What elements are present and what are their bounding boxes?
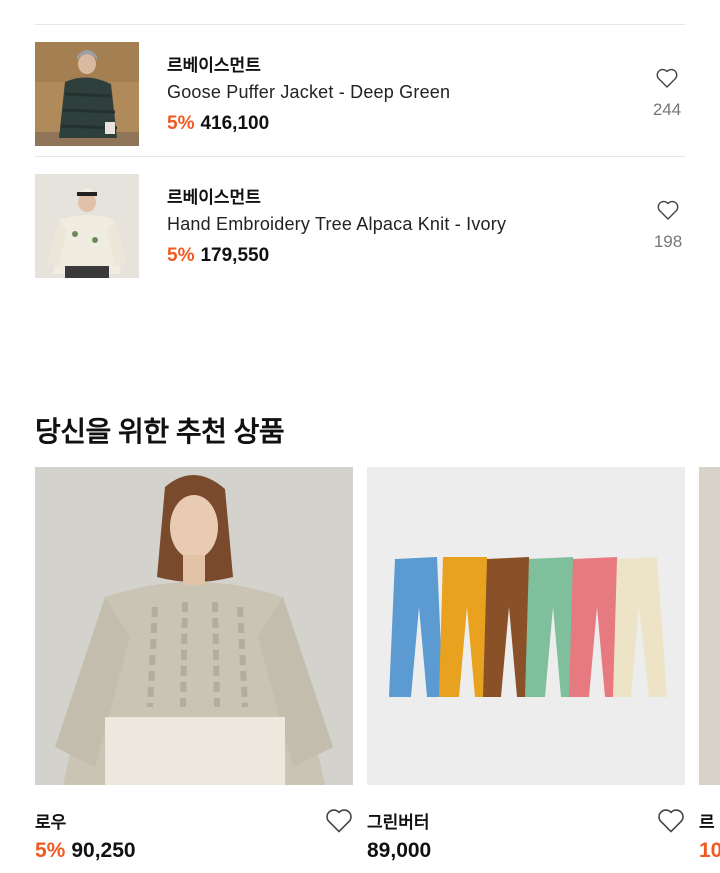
product-name[interactable]: Hand Embroidery Tree Alpaca Knit - Ivory xyxy=(167,214,506,235)
heart-icon xyxy=(326,808,352,832)
section-title: 당신을 위한 추천 상품 xyxy=(35,416,285,447)
card-price: 90,250 xyxy=(71,839,136,862)
product-price: 179,550 xyxy=(200,245,270,266)
like-count: 198 xyxy=(653,232,683,251)
like-button[interactable] xyxy=(651,803,691,837)
discount-rate: 10 xyxy=(699,839,720,862)
product-thumbnail[interactable] xyxy=(35,42,139,146)
heart-icon xyxy=(657,200,679,220)
card-brand: 그린버터 xyxy=(367,813,430,832)
product-brand: 르베이스먼트 xyxy=(167,56,261,75)
product-image[interactable] xyxy=(699,467,720,785)
discount-rate: 5% xyxy=(35,839,66,862)
product-thumbnail[interactable] xyxy=(35,174,139,278)
heart-icon xyxy=(658,808,684,832)
discount-rate: 5% xyxy=(167,245,195,266)
product-price: 416,100 xyxy=(200,113,270,134)
product-name[interactable]: Goose Puffer Jacket - Deep Green xyxy=(167,82,450,103)
list-item[interactable]: 르베이스먼트 Hand Embroidery Tree Alpaca Knit … xyxy=(0,156,720,288)
like-count: 244 xyxy=(652,100,682,119)
card-price-line: 89,000 xyxy=(367,839,431,863)
like-button[interactable] xyxy=(648,193,688,227)
card-price-line: 5% 90,250 xyxy=(35,839,136,863)
like-button[interactable] xyxy=(319,803,359,837)
product-card[interactable]: 로우 5% 90,250 xyxy=(35,467,353,862)
heart-icon xyxy=(656,68,678,88)
card-price-line: 10 xyxy=(699,839,720,863)
product-card[interactable]: 르 10 xyxy=(699,467,720,873)
list-item[interactable]: 르베이스먼트 Goose Puffer Jacket - Deep Green … xyxy=(0,24,720,156)
product-card[interactable]: 그린버터 89,000 xyxy=(367,467,685,862)
product-image[interactable] xyxy=(35,467,353,785)
discount-rate: 5% xyxy=(167,113,195,134)
product-price-line: 5% 416,100 xyxy=(167,113,269,135)
product-brand: 르베이스먼트 xyxy=(167,188,261,207)
card-price: 89,000 xyxy=(367,839,432,862)
product-image[interactable] xyxy=(367,467,685,785)
product-price-line: 5% 179,550 xyxy=(167,245,269,267)
card-brand: 로우 xyxy=(35,813,67,832)
like-button[interactable] xyxy=(647,61,687,95)
card-brand: 르 xyxy=(699,813,715,832)
